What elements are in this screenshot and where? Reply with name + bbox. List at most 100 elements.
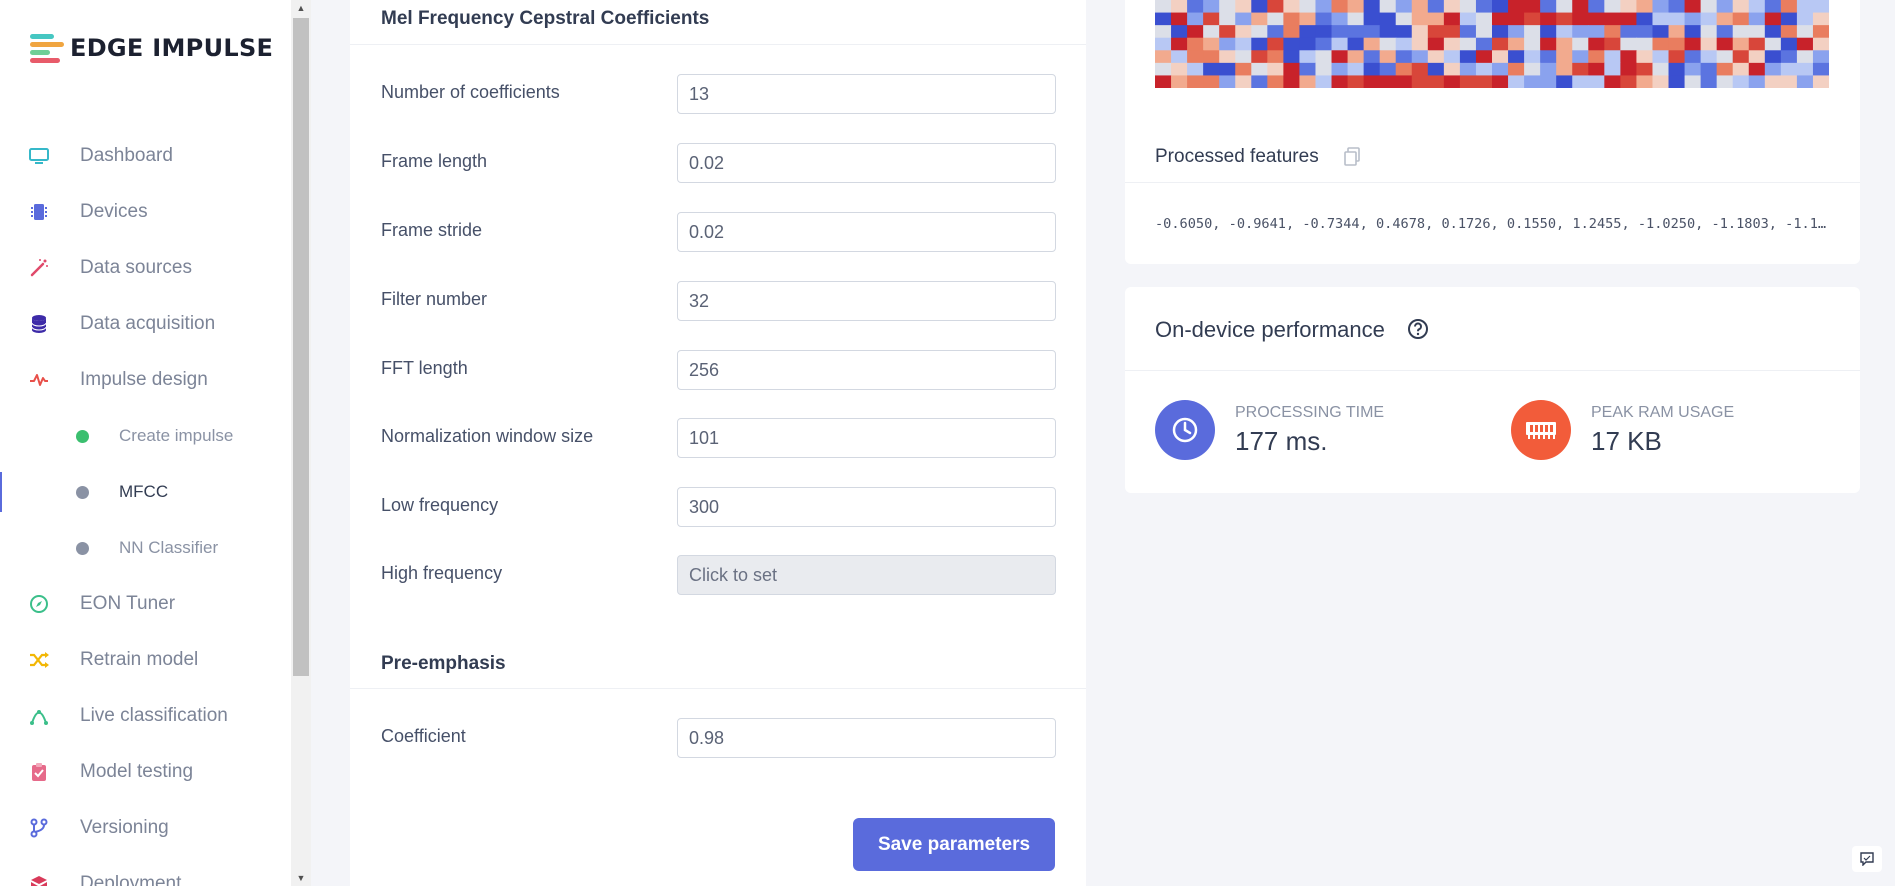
sidebar-item-versioning[interactable]: Versioning	[0, 800, 291, 856]
field-label: Low frequency	[381, 495, 499, 515]
heatmap-cell	[1235, 0, 1252, 14]
heatmap-cell	[1363, 0, 1381, 14]
field-frame-stride: Frame stride	[381, 212, 1061, 252]
heatmap-cell	[1636, 62, 1654, 77]
sidebar-item-live-classification[interactable]: Live classification	[0, 688, 291, 744]
heatmap-cell	[1540, 0, 1557, 14]
heatmap-cell	[1700, 50, 1718, 64]
heatmap-cell	[1395, 37, 1413, 51]
status-dot-icon	[76, 541, 89, 555]
feedback-chat-button[interactable]	[1852, 846, 1882, 872]
heatmap-cell	[1620, 12, 1638, 26]
heatmap-cell	[1748, 50, 1766, 64]
heatmap-cell	[1443, 62, 1461, 77]
heatmap-cell	[1379, 12, 1397, 26]
high-frequency-input[interactable]	[677, 555, 1056, 595]
filter-number-input[interactable]	[677, 281, 1056, 321]
sidebar-subitem-create-impulse[interactable]: Create impulse	[0, 408, 291, 464]
heatmap-cell	[1764, 75, 1782, 88]
heatmap-cell	[1379, 25, 1397, 39]
heatmap-cell	[1315, 0, 1333, 14]
heatmap-cell	[1299, 12, 1317, 26]
heatmap-cell	[1556, 50, 1573, 64]
logo[interactable]: EDGE IMPULSE	[30, 34, 273, 63]
sidebar-item-dashboard[interactable]: Dashboard	[0, 128, 291, 184]
peak-ram-label: Peak RAM usage	[1591, 403, 1735, 421]
heatmap-cell	[1492, 75, 1509, 88]
sidebar-item-deployment[interactable]: Deployment	[0, 856, 291, 886]
heatmap-cell	[1155, 12, 1172, 26]
sidebar-subitem-mfcc[interactable]: MFCC	[0, 464, 291, 520]
sidebar-item-eon-tuner[interactable]: EON Tuner	[0, 576, 291, 632]
heatmap-cell	[1251, 25, 1268, 39]
branch-icon	[28, 817, 50, 839]
sidebar: EDGE IMPULSE Dashboard Devices Data sour…	[0, 0, 291, 886]
field-normalization-window-size: Normalization window size	[381, 418, 1061, 458]
number-of-coefficients-input[interactable]	[677, 74, 1056, 114]
heatmap-cell	[1668, 50, 1686, 64]
heatmap-cell	[1524, 50, 1541, 64]
heatmap-cell	[1780, 50, 1798, 64]
heatmap-cell	[1267, 25, 1284, 39]
heatmap-cell	[1492, 62, 1509, 77]
sidebar-item-devices[interactable]: Devices	[0, 184, 291, 240]
scroll-up-arrow-icon[interactable]: ▲	[291, 0, 311, 16]
heatmap-cell	[1732, 12, 1750, 26]
field-label: High frequency	[381, 563, 503, 583]
heatmap-cell	[1556, 75, 1573, 88]
heatmap-cell	[1636, 0, 1654, 14]
sidebar-item-impulse-design[interactable]: Impulse design	[0, 352, 291, 408]
sidebar-item-label: Devices	[80, 201, 148, 222]
heatmap-cell	[1796, 50, 1814, 64]
heatmap-cell	[1443, 12, 1461, 26]
heatmap-cell	[1379, 75, 1397, 88]
heatmap-cell	[1251, 0, 1268, 14]
heatmap-cell	[1443, 0, 1461, 14]
heatmap-cell	[1508, 50, 1525, 64]
sidebar-subitem-nn-classifier[interactable]: NN Classifier	[0, 520, 291, 576]
heatmap-cell	[1652, 50, 1670, 64]
heatmap-cell	[1459, 75, 1477, 88]
coefficient-input[interactable]	[677, 718, 1056, 758]
sidebar-item-data-acquisition[interactable]: Data acquisition	[0, 296, 291, 352]
sidebar-scrollbar[interactable]: ▲ ▼	[291, 0, 311, 886]
sidebar-item-label: Versioning	[80, 817, 169, 838]
scrollbar-thumb[interactable]	[293, 18, 309, 676]
heatmap-cell	[1636, 75, 1654, 88]
field-label: Coefficient	[381, 726, 466, 746]
database-icon	[28, 313, 50, 335]
status-dot-icon	[76, 485, 89, 499]
heatmap-cell	[1556, 37, 1573, 51]
heatmap-cell	[1812, 0, 1829, 14]
scroll-down-arrow-icon[interactable]: ▼	[291, 870, 311, 886]
heatmap-cell	[1331, 75, 1349, 88]
heatmap-cell	[1283, 62, 1301, 77]
heatmap-cell	[1347, 12, 1365, 26]
heatmap-cell	[1764, 0, 1782, 14]
sidebar-item-model-testing[interactable]: Model testing	[0, 744, 291, 800]
field-label: Frame stride	[381, 220, 483, 240]
copy-icon[interactable]	[1343, 147, 1361, 167]
heatmap-cell	[1267, 50, 1284, 64]
heatmap-cell	[1812, 25, 1829, 39]
normalization-window-size-input[interactable]	[677, 418, 1056, 458]
heatmap-cell	[1235, 37, 1252, 51]
processing-time-label: Processing time	[1235, 403, 1385, 421]
fft-length-input[interactable]	[677, 350, 1056, 390]
features-card: Processed features -0.6050, -0.9641, -0.…	[1125, 0, 1860, 264]
heatmap-cell	[1492, 37, 1509, 51]
frame-stride-input[interactable]	[677, 212, 1056, 252]
low-frequency-input[interactable]	[677, 487, 1056, 527]
sidebar-item-data-sources[interactable]: Data sources	[0, 240, 291, 296]
divider	[350, 44, 1086, 45]
heatmap-cell	[1475, 25, 1493, 39]
sidebar-item-retrain-model[interactable]: Retrain model	[0, 632, 291, 688]
save-parameters-button[interactable]: Save parameters	[853, 818, 1055, 871]
heatmap-cell	[1796, 0, 1814, 14]
heatmap-cell	[1572, 75, 1589, 88]
frame-length-input[interactable]	[677, 143, 1056, 183]
help-icon[interactable]	[1407, 318, 1429, 340]
heatmap-cell	[1331, 37, 1349, 51]
heatmap-cell	[1283, 12, 1301, 26]
heatmap-cell	[1652, 25, 1670, 39]
